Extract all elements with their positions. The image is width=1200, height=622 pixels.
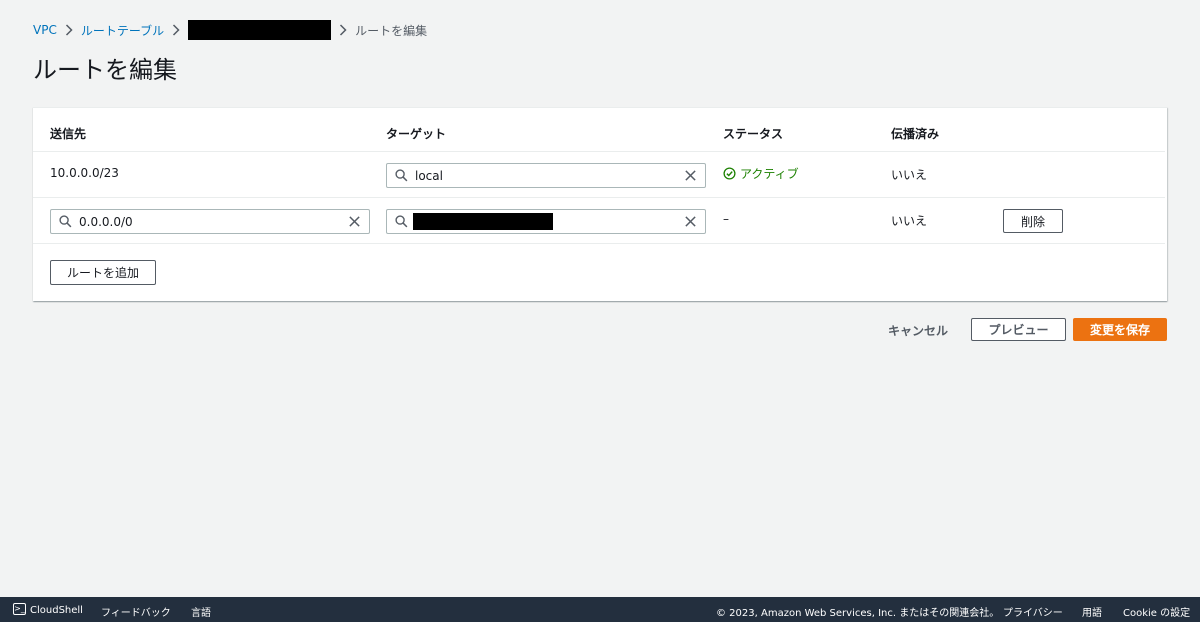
search-icon [59,215,72,228]
chevron-right-icon [65,24,73,36]
clear-icon[interactable] [348,215,361,228]
feedback-link[interactable]: フィードバック [101,604,171,619]
route-destination-local: 10.0.0.0/23 [50,166,119,180]
save-changes-button[interactable]: 変更を保存 [1073,318,1167,341]
search-icon [395,169,408,182]
copyright-text: © 2023, Amazon Web Services, Inc. またはその関… [716,608,1000,619]
preview-button[interactable]: プレビュー [971,318,1066,341]
cancel-button[interactable]: キャンセル [888,322,948,339]
destination-input-value: 0.0.0.0/0 [79,214,133,229]
routes-panel: 送信先 ターゲット ステータス 伝播済み 10.0.0.0/23 local ア… [33,107,1167,301]
terminal-icon: >_ [13,603,26,615]
remove-route-button[interactable]: 削除 [1003,209,1063,233]
breadcrumb: VPC ルートテーブル ルートを編集 [33,20,427,40]
cookie-settings-link[interactable]: Cookie の設定 [1123,604,1190,619]
destination-input[interactable]: 0.0.0.0/0 [50,209,370,234]
divider [33,151,1165,152]
page-title: ルートを編集 [33,56,177,84]
cloudshell-label: CloudShell [30,605,83,616]
clear-icon[interactable] [684,169,697,182]
column-header-status: ステータス [723,127,784,141]
add-route-button[interactable]: ルートを追加 [50,260,156,285]
column-header-propagated: 伝播済み [891,127,940,141]
footer: >_ CloudShell フィードバック 言語 © 2023, Amazon W… [0,597,1200,622]
status-text: アクティブ [740,167,799,181]
cloudshell-link[interactable]: >_ CloudShell [13,603,83,616]
target-input-value: local [415,168,443,183]
search-icon [395,215,408,228]
language-link[interactable]: 言語 [191,604,211,619]
breadcrumb-vpc-link[interactable]: VPC [33,23,57,37]
check-circle-icon [723,167,736,180]
divider [33,243,1165,244]
breadcrumb-route-tables-link[interactable]: ルートテーブル [81,22,164,39]
chevron-right-icon [172,24,180,36]
breadcrumb-redacted-route-table-id[interactable] [188,20,332,40]
column-header-destination: 送信先 [50,127,87,141]
target-input-local[interactable]: local [386,163,706,188]
clear-icon[interactable] [684,215,697,228]
terms-link[interactable]: 用語 [1082,604,1102,619]
target-input[interactable] [386,209,706,234]
propagated-value: いいえ [891,214,928,228]
propagated-value: いいえ [891,168,928,182]
privacy-link[interactable]: プライバシー [1003,604,1063,619]
status-text: – [723,212,729,226]
chevron-right-icon [339,24,347,36]
divider [33,197,1165,198]
column-header-target: ターゲット [386,127,447,141]
status-badge: アクティブ [723,165,799,182]
breadcrumb-current: ルートを編集 [355,23,428,38]
target-redacted-value [413,213,553,230]
